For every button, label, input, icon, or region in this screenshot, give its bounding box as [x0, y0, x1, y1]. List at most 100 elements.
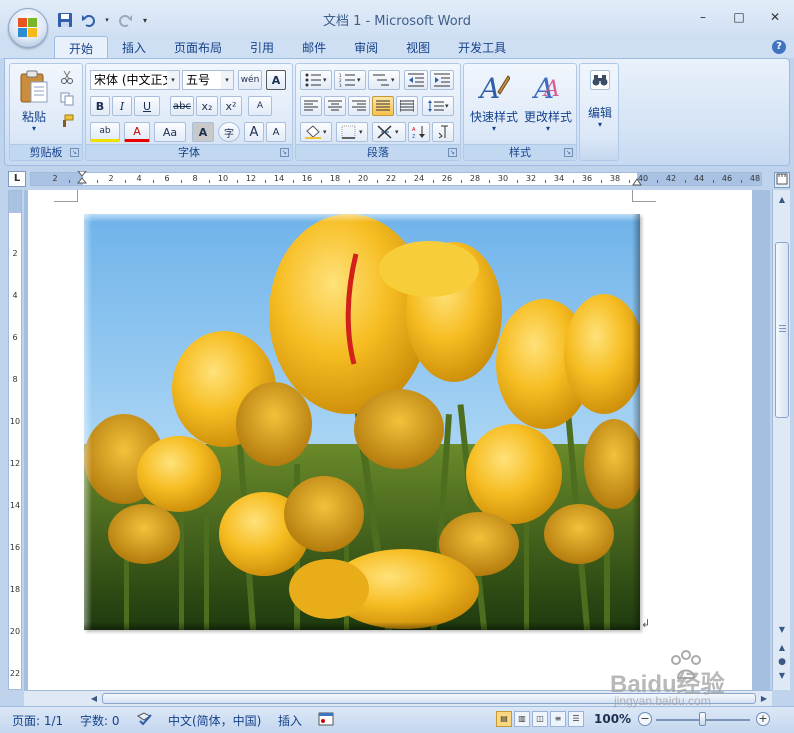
- enclose-characters-button[interactable]: 字: [218, 122, 240, 142]
- phonetic-guide-button[interactable]: wén: [238, 70, 262, 90]
- strikethrough-button[interactable]: abc: [170, 96, 194, 116]
- zoom-in-button[interactable]: +: [756, 712, 770, 726]
- character-shading-button[interactable]: A: [192, 122, 214, 142]
- horizontal-ruler[interactable]: 2 2 4 6 8 10 12 14 16 18 20 22 24 26 28 30 32 34 36 38 40 42 4…: [30, 171, 762, 186]
- insert-mode[interactable]: 插入: [278, 712, 302, 729]
- increase-indent-button[interactable]: [430, 70, 454, 90]
- ruler-number: 6: [12, 333, 18, 342]
- tab-review[interactable]: 审阅: [340, 36, 392, 58]
- grow-font-button[interactable]: A: [244, 122, 264, 142]
- decrease-indent-button[interactable]: [404, 70, 428, 90]
- tab-developer[interactable]: 开发工具: [444, 36, 520, 58]
- text-highlight-button[interactable]: ab: [90, 122, 120, 142]
- subscript-button[interactable]: x₂: [196, 96, 218, 116]
- clear-formatting-button[interactable]: A: [248, 96, 272, 116]
- web-layout-view-button[interactable]: ◫: [532, 711, 548, 727]
- picture-bevel-right: [632, 214, 640, 630]
- ruler-tick: [685, 180, 686, 183]
- zoom-out-button[interactable]: −: [638, 712, 652, 726]
- paste-button[interactable]: 粘贴 ▾: [16, 68, 52, 140]
- page-count[interactable]: 页面: 1/1: [12, 712, 63, 729]
- borders-button[interactable]: ▾: [336, 122, 368, 142]
- bullets-button[interactable]: ▾: [300, 70, 332, 90]
- cut-button[interactable]: [60, 70, 76, 86]
- align-right-button[interactable]: [348, 96, 370, 116]
- align-left-button[interactable]: [300, 96, 322, 116]
- font-name-combo[interactable]: 宋体 (中文正文) ▾: [90, 70, 180, 90]
- window-title: 文档 1 - Microsoft Word: [322, 14, 472, 29]
- indent-marker-icon[interactable]: [77, 171, 87, 185]
- tulip-picture[interactable]: [84, 214, 640, 630]
- vertical-scrollbar[interactable]: ▲ ▼ ▲ ● ▼: [772, 190, 790, 690]
- font-name-dropdown-icon[interactable]: ▾: [167, 71, 179, 89]
- font-size-dropdown-icon[interactable]: ▾: [221, 71, 233, 89]
- align-center-button[interactable]: [324, 96, 346, 116]
- multilevel-list-button[interactable]: ▾: [368, 70, 400, 90]
- change-case-button[interactable]: Aa: [154, 122, 186, 142]
- print-layout-view-button[interactable]: ▤: [496, 711, 512, 727]
- shrink-font-button[interactable]: A: [266, 122, 286, 142]
- scroll-down-icon[interactable]: ▼: [774, 622, 790, 638]
- zoom-level[interactable]: 100%: [594, 712, 631, 726]
- bold-button[interactable]: B: [90, 96, 110, 116]
- italic-button[interactable]: I: [112, 96, 132, 116]
- editing-group[interactable]: 编辑 ▾: [579, 63, 619, 161]
- scroll-left-icon[interactable]: ◀: [86, 691, 102, 706]
- close-button[interactable]: ✕: [764, 8, 786, 26]
- change-styles-button[interactable]: A A 更改样式 ▾: [522, 68, 574, 140]
- numbering-button[interactable]: 1 2 3 ▾: [334, 70, 366, 90]
- minimize-button[interactable]: –: [692, 8, 714, 26]
- editing-label: 编辑: [587, 106, 612, 120]
- svg-text:3: 3: [339, 83, 342, 87]
- outline-view-button[interactable]: ≡: [550, 711, 566, 727]
- proofing-status[interactable]: [136, 712, 154, 729]
- scroll-up-icon[interactable]: ▲: [774, 192, 790, 208]
- ruler-number: 48: [749, 174, 761, 183]
- clipboard-dialog-launcher[interactable]: ↘: [70, 148, 79, 157]
- binoculars-icon: [592, 75, 608, 86]
- zoom-slider-thumb[interactable]: [699, 712, 706, 726]
- font-size-combo[interactable]: 五号 ▾: [182, 70, 234, 90]
- show-hide-marks-button[interactable]: [432, 122, 454, 142]
- line-spacing-button[interactable]: ▾: [422, 96, 454, 116]
- distributed-button[interactable]: [396, 96, 418, 116]
- styles-dialog-launcher[interactable]: ↘: [564, 148, 573, 157]
- tab-references[interactable]: 引用: [236, 36, 288, 58]
- quick-styles-label: 快速样式: [469, 110, 518, 124]
- vertical-scroll-thumb[interactable]: [775, 242, 789, 418]
- tab-home[interactable]: 开始: [54, 36, 109, 58]
- underline-button[interactable]: U: [134, 96, 160, 116]
- justify-button[interactable]: [372, 96, 394, 116]
- font-dialog-launcher[interactable]: ↘: [280, 148, 289, 157]
- superscript-button[interactable]: x²: [220, 96, 242, 116]
- tab-insert[interactable]: 插入: [108, 36, 160, 58]
- view-ruler-button[interactable]: [774, 172, 790, 188]
- draft-view-button[interactable]: ☰: [568, 711, 584, 727]
- macro-recording[interactable]: [318, 712, 334, 729]
- copy-button[interactable]: [60, 92, 76, 108]
- shading-button[interactable]: ▾: [300, 122, 332, 142]
- office-button[interactable]: [8, 8, 48, 48]
- vertical-ruler[interactable]: 2 4 6 8 10 12 14 16 18 20 22: [8, 190, 22, 690]
- ruler-number: 42: [665, 174, 677, 183]
- full-screen-reading-view-button[interactable]: ▥: [514, 711, 530, 727]
- paragraph-dialog-launcher[interactable]: ↘: [448, 148, 457, 157]
- tab-page-layout[interactable]: 页面布局: [160, 36, 236, 58]
- character-border-button[interactable]: A: [266, 70, 286, 90]
- help-icon[interactable]: ?: [772, 40, 786, 54]
- format-painter-button[interactable]: [60, 114, 76, 130]
- ruler-tick: [741, 180, 742, 183]
- ruler-number: 8: [12, 375, 18, 384]
- quick-styles-button[interactable]: A 快速样式 ▾: [468, 68, 520, 140]
- maximize-button[interactable]: □: [728, 8, 750, 26]
- tab-selector[interactable]: L: [8, 171, 26, 187]
- language-status[interactable]: 中文(简体，中国): [168, 712, 261, 729]
- picture-bevel-bottom: [84, 622, 640, 630]
- sort-button[interactable]: AZ: [408, 122, 430, 142]
- tab-mailings[interactable]: 邮件: [288, 36, 340, 58]
- tab-view[interactable]: 视图: [392, 36, 444, 58]
- ruler-number: 12: [245, 174, 257, 183]
- chinese-layout-button[interactable]: ▾: [372, 122, 406, 142]
- word-count[interactable]: 字数: 0: [80, 712, 120, 729]
- font-color-button[interactable]: A: [124, 122, 150, 142]
